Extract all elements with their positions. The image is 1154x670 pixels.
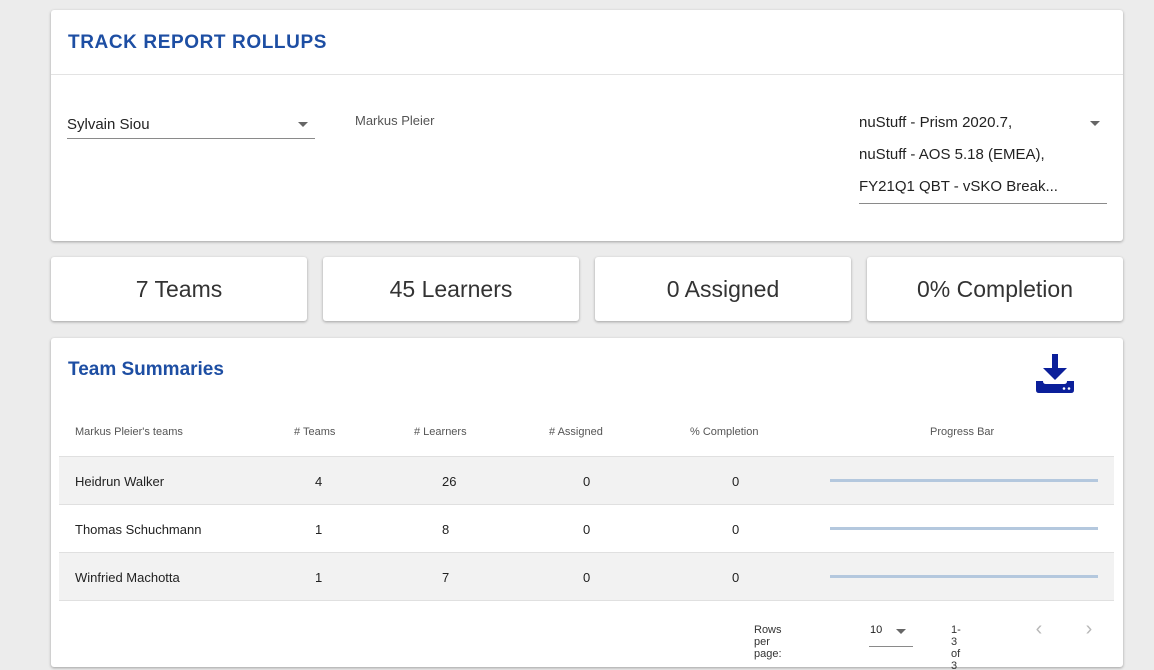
row-assigned: 0 <box>583 570 591 585</box>
row-name: Heidrun Walker <box>75 474 165 489</box>
tracks-select[interactable]: nuStuff - Prism 2020.7, nuStuff - AOS 5.… <box>859 112 1107 204</box>
column-header-assigned[interactable]: # Assigned <box>549 426 629 438</box>
caret-down-icon <box>896 629 906 634</box>
team-summaries-card: Team Summaries Markus Pleier's teams # T… <box>51 338 1123 670</box>
header-divider <box>51 74 1123 75</box>
progress-bar <box>830 479 1098 482</box>
row-completion: 0 <box>732 474 740 489</box>
row-teams: 4 <box>315 474 323 489</box>
progress-bar <box>830 575 1098 578</box>
stat-card-learners: 45 Learners <box>323 257 579 321</box>
tracks-select-value-line: nuStuff - AOS 5.18 (EMEA), <box>859 146 1045 163</box>
row-name: Winfried Machotta <box>75 570 180 585</box>
stat-completion-value: 0% Completion <box>917 275 1073 302</box>
row-completion: 0 <box>732 570 740 585</box>
stat-card-assigned: 0 Assigned <box>595 257 851 321</box>
column-header-learners[interactable]: # Learners <box>414 426 489 438</box>
row-name: Thomas Schuchmann <box>75 522 202 537</box>
pagination-range: 1-3 of 3 <box>951 624 961 670</box>
manager-label: Markus Pleier <box>355 113 435 128</box>
table-header: Markus Pleier's teams # Teams # Learners… <box>59 424 1114 456</box>
table-row[interactable]: Winfried Machotta 1 7 0 0 <box>59 552 1114 600</box>
row-learners: 26 <box>442 474 457 489</box>
section-title: Team Summaries <box>68 359 224 380</box>
caret-down-icon <box>298 122 308 127</box>
table-row[interactable]: Thomas Schuchmann 1 8 0 0 <box>59 504 1114 552</box>
row-learners: 8 <box>442 522 450 537</box>
user-select-value: Sylvain Siou <box>67 116 150 133</box>
rows-per-page-select[interactable]: 10 <box>869 616 913 647</box>
stat-assigned-value: 0 Assigned <box>666 275 780 302</box>
column-header-completion[interactable]: % Completion <box>690 426 780 438</box>
page-title: TRACK REPORT ROLLUPS <box>68 32 327 53</box>
row-assigned: 0 <box>583 474 591 489</box>
tracks-select-value-line: nuStuff - Prism 2020.7, <box>859 114 1013 131</box>
chevron-right-icon[interactable]: › <box>1079 618 1099 642</box>
row-assigned: 0 <box>583 522 591 537</box>
caret-down-icon <box>1090 121 1100 126</box>
user-select[interactable]: Sylvain Siou <box>67 114 315 139</box>
chevron-left-icon[interactable]: ‹ <box>1029 618 1049 642</box>
stat-card-teams: 7 Teams <box>51 257 307 321</box>
progress-bar <box>830 527 1098 530</box>
row-teams: 1 <box>315 522 323 537</box>
stat-card-completion: 0% Completion <box>867 257 1123 321</box>
row-teams: 1 <box>315 570 323 585</box>
download-icon[interactable] <box>1034 352 1076 394</box>
table-bottom-divider <box>59 600 1114 601</box>
row-learners: 7 <box>442 570 450 585</box>
table-row[interactable]: Heidrun Walker 4 26 0 0 <box>59 456 1114 504</box>
column-header-progress: Progress Bar <box>930 426 995 438</box>
stat-learners-value: 45 Learners <box>389 275 513 302</box>
rows-per-page-label: Rows per page: <box>754 624 782 660</box>
row-completion: 0 <box>732 522 740 537</box>
tracks-select-value-line: FY21Q1 QBT - vSKO Break... <box>859 178 1058 195</box>
rows-per-page-value: 10 <box>870 624 883 636</box>
column-header-teams[interactable]: # Teams <box>294 426 344 438</box>
stat-teams-value: 7 Teams <box>135 275 223 302</box>
report-filter-card: TRACK REPORT ROLLUPS Sylvain Siou Markus… <box>51 10 1123 241</box>
column-header-name[interactable]: Markus Pleier's teams <box>75 426 183 438</box>
